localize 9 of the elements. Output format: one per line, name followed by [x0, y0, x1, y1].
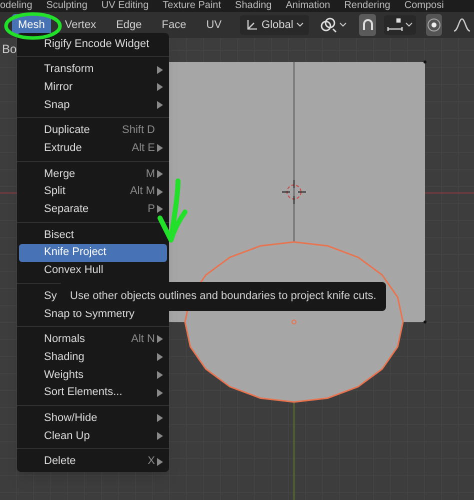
shortcut-label: X — [148, 454, 155, 470]
shortcut-label: Alt M — [130, 184, 155, 200]
shortcut-label: Alt N — [131, 332, 155, 348]
shortcut-label: M — [146, 166, 155, 182]
shortcut-label: P — [148, 202, 155, 218]
shortcut-label: Shift D — [122, 123, 155, 138]
tooltip: Use other objects outlines and boundaries to project knife cuts. — [60, 282, 386, 310]
shortcut-label: Alt E — [132, 141, 155, 156]
panel-label: Bo — [2, 41, 17, 58]
